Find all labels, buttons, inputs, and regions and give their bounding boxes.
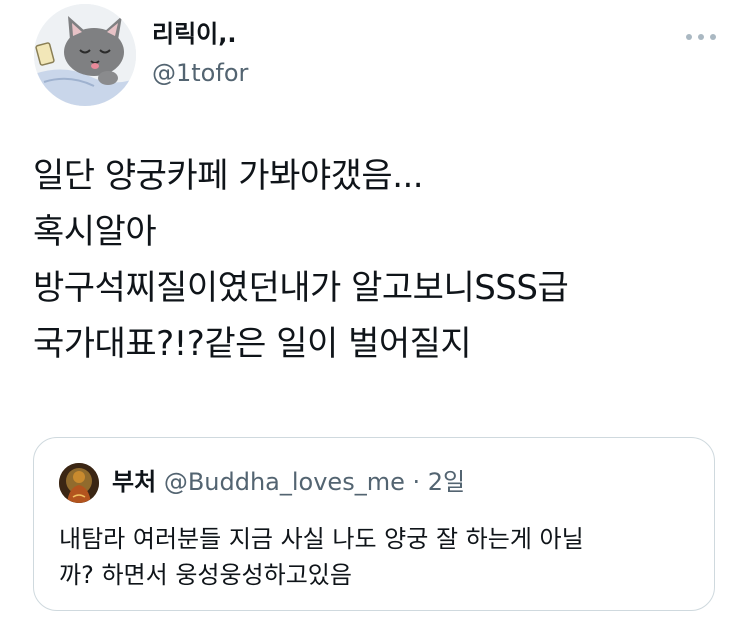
quoted-author-avatar[interactable] bbox=[59, 463, 99, 503]
author-avatar[interactable] bbox=[34, 4, 136, 106]
quoted-tweet-line: 내탐라 여러분들 지금 사실 나도 양궁 잘 하는게 아닐 bbox=[59, 525, 584, 553]
more-options-button[interactable] bbox=[676, 22, 726, 52]
tweet-line: 일단 양궁카페 가봐야갰음... bbox=[33, 156, 424, 196]
tweet-line: 혹시알아 bbox=[33, 212, 157, 252]
quoted-author-handle[interactable]: @Buddha_loves_me bbox=[164, 468, 405, 496]
author-handle[interactable]: @1tofor bbox=[152, 58, 248, 88]
separator-dot: · bbox=[412, 468, 421, 496]
tweet: 리릭이,. @1tofor 일단 양궁카페 가봐야갰음... 혹시알아 방구석찌… bbox=[0, 0, 750, 641]
quoted-tweet-time[interactable]: 2일 bbox=[428, 468, 465, 496]
quoted-tweet-line: 까? 하면서 웅성웅성하고있음 bbox=[59, 561, 352, 589]
cat-sleeping-avatar-icon bbox=[34, 4, 136, 106]
buddha-avatar-icon bbox=[59, 463, 99, 503]
quoted-tweet-text: 내탐라 여러분들 지금 사실 나도 양궁 잘 하는게 아닐 까? 하면서 웅성웅… bbox=[59, 521, 699, 593]
quoted-tweet-header: 부처 @Buddha_loves_me · 2일 bbox=[112, 465, 465, 499]
more-horizontal-icon bbox=[686, 34, 716, 40]
author-name[interactable]: 리릭이,. bbox=[152, 19, 236, 49]
tweet-text: 일단 양궁카페 가봐야갰음... 혹시알아 방구석찌질이였던내가 알고보니SSS… bbox=[33, 148, 723, 372]
tweet-line: 국가대표?!?같은 일이 벌어질지 bbox=[33, 324, 472, 364]
quoted-author-name[interactable]: 부처 bbox=[112, 468, 156, 496]
quoted-tweet-card[interactable]: 부처 @Buddha_loves_me · 2일 내탐라 여러분들 지금 사실 … bbox=[33, 437, 715, 611]
tweet-line: 방구석찌질이였던내가 알고보니SSS급 bbox=[33, 268, 569, 308]
